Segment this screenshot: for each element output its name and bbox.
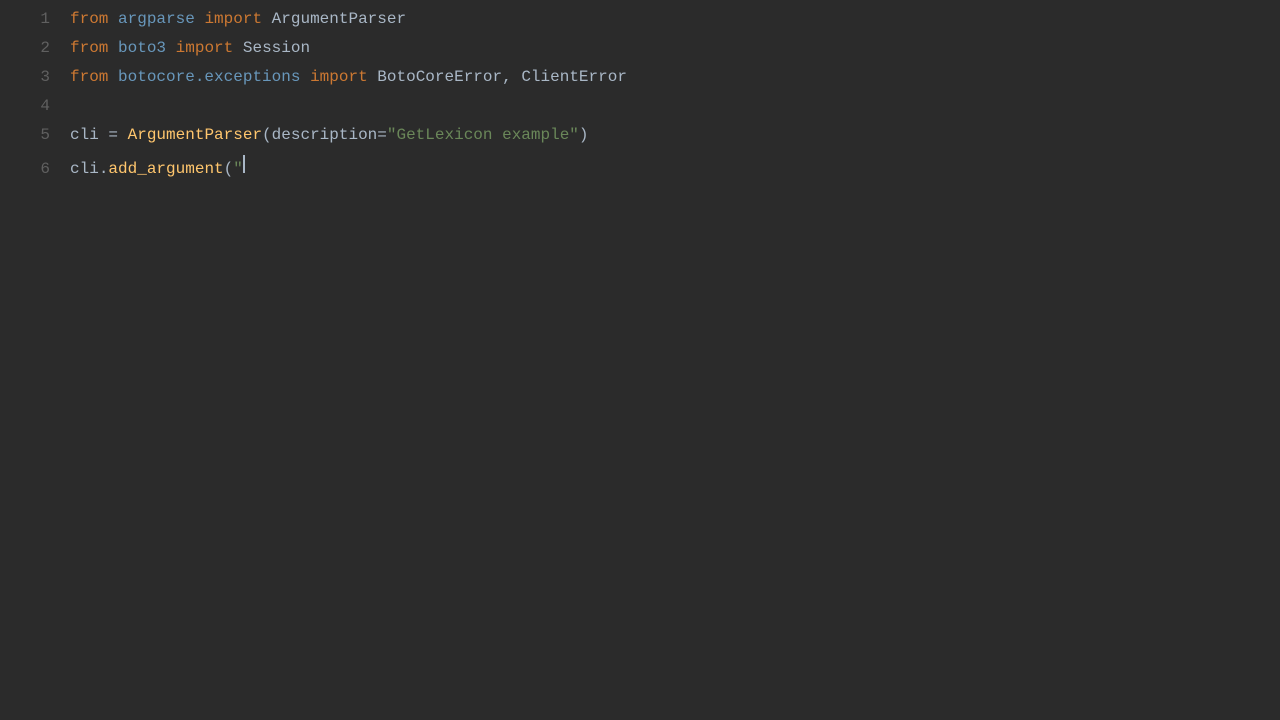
- token-keyword: import: [176, 39, 234, 57]
- code-line: 5 cli = ArgumentParser(description="GetLe…: [0, 126, 1280, 155]
- token-space: [195, 10, 205, 28]
- token-keyword: import: [204, 10, 262, 28]
- token-classname: BotoCoreError: [377, 68, 502, 86]
- code-editor[interactable]: 1 from argparse import ArgumentParser 2 fro…: [0, 0, 1280, 720]
- token-string: ": [233, 160, 243, 178]
- code-content: cli.add_argument(": [70, 155, 245, 178]
- text-cursor: [243, 155, 245, 173]
- token-space: [262, 10, 272, 28]
- token-plain: (: [224, 160, 234, 178]
- token-plain: (: [262, 126, 272, 144]
- code-content: from boto3 import Session: [70, 39, 310, 57]
- token-space: [166, 39, 176, 57]
- token-funcname: add_argument: [108, 160, 223, 178]
- token-classname: Session: [243, 39, 310, 57]
- line-number: 6: [20, 160, 50, 178]
- token-space: [368, 68, 378, 86]
- token-plain: .: [99, 160, 109, 178]
- token-space: [233, 39, 243, 57]
- token-plain: =: [99, 126, 128, 144]
- token-keyword: from: [70, 68, 108, 86]
- token-classname: ClientError: [521, 68, 627, 86]
- token-module: boto3: [118, 39, 166, 57]
- line-number: 2: [20, 39, 50, 57]
- token-keyword: from: [70, 10, 108, 28]
- token-keyword: from: [70, 39, 108, 57]
- code-line: 1 from argparse import ArgumentParser: [0, 10, 1280, 39]
- code-line: 2 from boto3 import Session: [0, 39, 1280, 68]
- token-module: botocore.exceptions: [118, 68, 300, 86]
- line-number: 4: [20, 97, 50, 115]
- token-space: [108, 39, 118, 57]
- code-content: from argparse import ArgumentParser: [70, 10, 406, 28]
- token-plain: description=: [272, 126, 387, 144]
- token-varname: cli: [70, 160, 99, 178]
- token-space: [108, 68, 118, 86]
- token-space: [300, 68, 310, 86]
- code-line: 6 cli.add_argument(": [0, 155, 1280, 184]
- line-number: 1: [20, 10, 50, 28]
- token-varname: cli: [70, 126, 99, 144]
- token-string: "GetLexicon example": [387, 126, 579, 144]
- line-number: 3: [20, 68, 50, 86]
- code-content: from botocore.exceptions import BotoCore…: [70, 68, 627, 86]
- token-space: [108, 10, 118, 28]
- token-classname: ArgumentParser: [272, 10, 406, 28]
- code-content: cli = ArgumentParser(description="GetLex…: [70, 126, 589, 144]
- token-plain: ): [579, 126, 589, 144]
- code-line: 3 from botocore.exceptions import BotoCor…: [0, 68, 1280, 97]
- token-funcname: ArgumentParser: [128, 126, 262, 144]
- token-plain: ,: [502, 68, 521, 86]
- token-keyword: import: [310, 68, 368, 86]
- line-number: 5: [20, 126, 50, 144]
- code-line: 4: [0, 97, 1280, 126]
- token-module: argparse: [118, 10, 195, 28]
